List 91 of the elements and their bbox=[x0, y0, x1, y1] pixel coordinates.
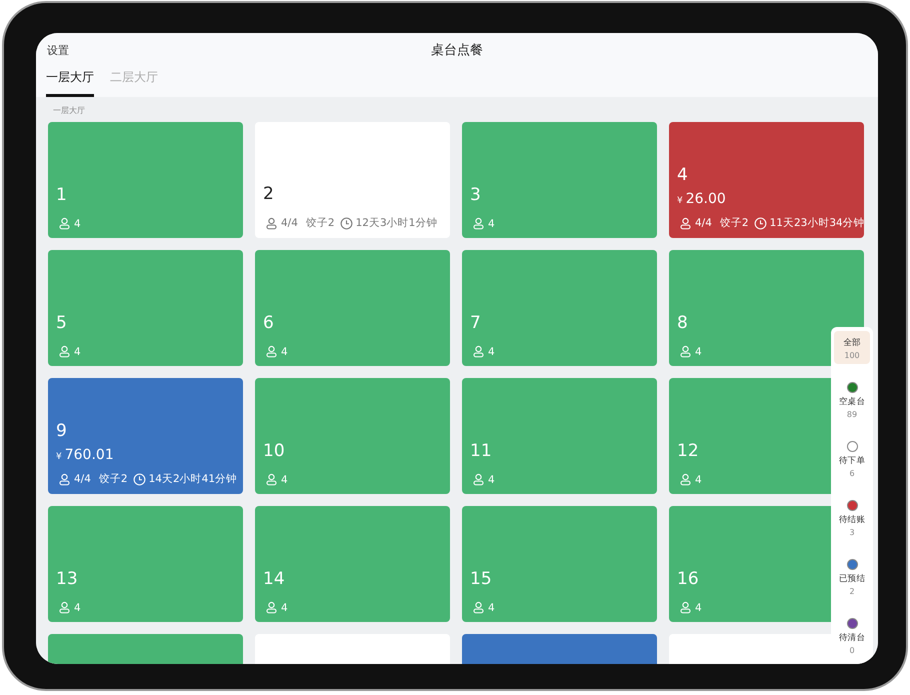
table-card[interactable]: 11 4 bbox=[462, 378, 657, 494]
status-count: 100 bbox=[844, 351, 860, 360]
person-icon bbox=[679, 216, 692, 230]
person-icon bbox=[472, 217, 485, 230]
elapsed-time: 12天3小时1分钟 bbox=[356, 216, 438, 230]
elapsed-time: 11天23小时34分钟 bbox=[770, 216, 865, 230]
order-amount: 760.01 bbox=[64, 447, 114, 463]
dish-label: 饺子2 bbox=[98, 472, 128, 486]
table-card[interactable]: 10 4 bbox=[255, 378, 450, 494]
status-label: 已预结 bbox=[838, 573, 866, 585]
guest-count: 4 bbox=[695, 474, 702, 486]
table-number: 8 bbox=[677, 313, 688, 333]
table-number: 9 bbox=[56, 421, 67, 441]
elapsed-time: 14天2小时41分钟 bbox=[148, 472, 237, 486]
guest-count: 4 bbox=[488, 346, 495, 358]
page-title: 桌台点餐 bbox=[431, 42, 483, 59]
status-filter[interactable]: 全部 100 bbox=[834, 331, 870, 364]
table-number: 11 bbox=[470, 441, 492, 461]
guest-count: 4/4 bbox=[281, 217, 298, 229]
floor-tab[interactable]: 二层大厅 bbox=[110, 67, 158, 97]
table-card[interactable]: 2 4/4 饺子2 12天3小时1分钟 bbox=[255, 122, 450, 238]
clock-icon bbox=[132, 472, 146, 486]
guest-count: 4 bbox=[281, 602, 288, 614]
person-icon bbox=[265, 473, 278, 486]
table-number: 14 bbox=[263, 569, 285, 589]
person-icon bbox=[265, 601, 278, 614]
table-card[interactable]: 4 ¥ 26.00 4/4 饺子2 11天23小时34分钟 bbox=[669, 122, 864, 238]
table-number: 5 bbox=[56, 313, 67, 333]
guest-count: 4 bbox=[74, 602, 81, 614]
settings-link[interactable]: 设置 bbox=[47, 42, 69, 58]
person-icon bbox=[472, 473, 485, 486]
section-label: 一层大厅 bbox=[53, 105, 86, 116]
status-label: 空桌台 bbox=[838, 396, 866, 408]
guest-count: 4/4 bbox=[74, 473, 91, 485]
person-icon bbox=[265, 345, 278, 358]
table-number: 16 bbox=[677, 569, 699, 589]
order-amount: 26.00 bbox=[686, 191, 726, 207]
status-label: 待下单 bbox=[838, 455, 866, 467]
status-label: 待清台 bbox=[838, 632, 866, 644]
person-icon bbox=[679, 345, 692, 358]
clock-icon bbox=[754, 216, 767, 230]
guest-count: 4 bbox=[695, 346, 702, 358]
status-count: 2 bbox=[849, 587, 855, 596]
guest-count: 4 bbox=[488, 218, 495, 230]
table-number: 2 bbox=[263, 184, 274, 204]
person-icon bbox=[265, 216, 278, 230]
table-number: 10 bbox=[263, 441, 285, 461]
guest-count: 4 bbox=[488, 474, 495, 486]
guest-count: 4 bbox=[281, 474, 288, 486]
table-card[interactable]: 6 4 bbox=[255, 250, 450, 366]
table-card[interactable]: 13 4 bbox=[48, 506, 243, 622]
person-icon bbox=[472, 601, 485, 614]
table-card[interactable]: 14 4 bbox=[255, 506, 450, 622]
guest-count: 4 bbox=[74, 218, 81, 230]
person-icon bbox=[58, 472, 71, 486]
table-card[interactable]: 5 4 bbox=[48, 250, 243, 366]
clock-icon bbox=[340, 216, 353, 230]
table-number: 7 bbox=[470, 313, 481, 333]
guest-count: 4/4 bbox=[695, 217, 712, 229]
table-card[interactable]: 3 4 bbox=[462, 122, 657, 238]
currency-symbol: ¥ bbox=[677, 196, 683, 206]
table-number: 13 bbox=[56, 569, 78, 589]
person-icon bbox=[679, 601, 692, 614]
table-card[interactable]: 1 4 bbox=[48, 122, 243, 238]
dish-label: 饺子2 bbox=[720, 216, 749, 230]
table-number: 12 bbox=[677, 441, 699, 461]
table-number: 1 bbox=[56, 185, 67, 205]
table-card[interactable]: 9 ¥ 760.01 4/4 饺子2 14天2小时41分钟 bbox=[48, 378, 243, 494]
guest-count: 4 bbox=[281, 346, 288, 358]
guest-count: 4 bbox=[488, 602, 495, 614]
currency-symbol: ¥ bbox=[56, 452, 62, 462]
status-count: 89 bbox=[846, 410, 858, 419]
person-icon bbox=[58, 601, 71, 614]
status-count: 6 bbox=[849, 469, 855, 478]
table-card[interactable]: 7 4 bbox=[462, 250, 657, 366]
guest-count: 4 bbox=[74, 346, 81, 358]
person-icon bbox=[679, 473, 692, 486]
person-icon bbox=[472, 345, 485, 358]
status-count: 3 bbox=[849, 528, 855, 537]
table-number: 6 bbox=[263, 313, 274, 333]
table-number: 4 bbox=[677, 165, 688, 185]
person-icon bbox=[58, 345, 71, 358]
guest-count: 4 bbox=[695, 602, 702, 614]
status-count: 0 bbox=[849, 646, 855, 655]
table-card[interactable]: 15 4 bbox=[462, 506, 657, 622]
dish-label: 饺子2 bbox=[306, 216, 335, 230]
person-icon bbox=[58, 217, 71, 230]
table-number: 3 bbox=[470, 185, 481, 205]
status-label: 待结账 bbox=[838, 514, 866, 526]
status-label: 全部 bbox=[843, 337, 861, 349]
table-number: 15 bbox=[470, 569, 492, 589]
